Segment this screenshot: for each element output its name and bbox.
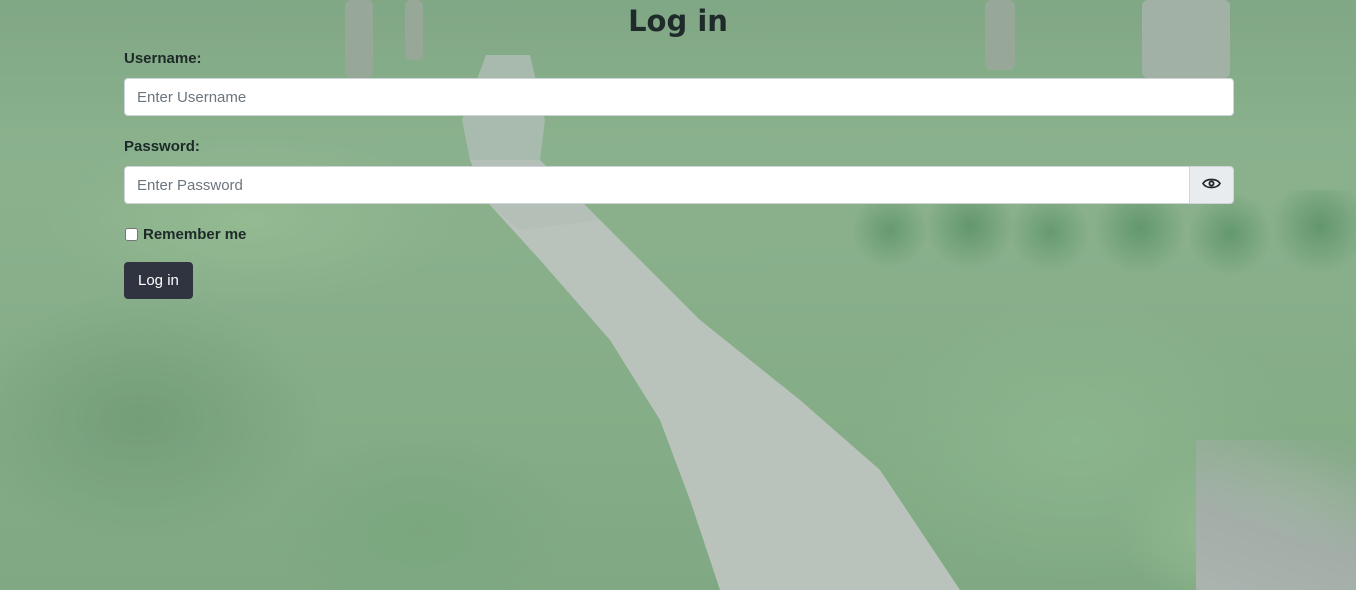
password-group — [124, 166, 1234, 204]
username-label: Username: — [124, 50, 202, 67]
page-title: Log in — [628, 4, 728, 38]
eye-icon — [1202, 177, 1221, 193]
password-label: Password: — [124, 138, 200, 155]
login-form: Username: Password: Remember me Log in — [124, 48, 1234, 299]
username-input[interactable] — [124, 78, 1234, 116]
username-group — [124, 78, 1234, 116]
show-password-button[interactable] — [1190, 166, 1234, 204]
remember-checkbox[interactable] — [125, 227, 138, 241]
remember-row: Remember me — [124, 225, 1234, 243]
password-input[interactable] — [124, 166, 1190, 204]
remember-label[interactable]: Remember me — [143, 226, 246, 243]
login-button[interactable]: Log in — [124, 262, 193, 299]
